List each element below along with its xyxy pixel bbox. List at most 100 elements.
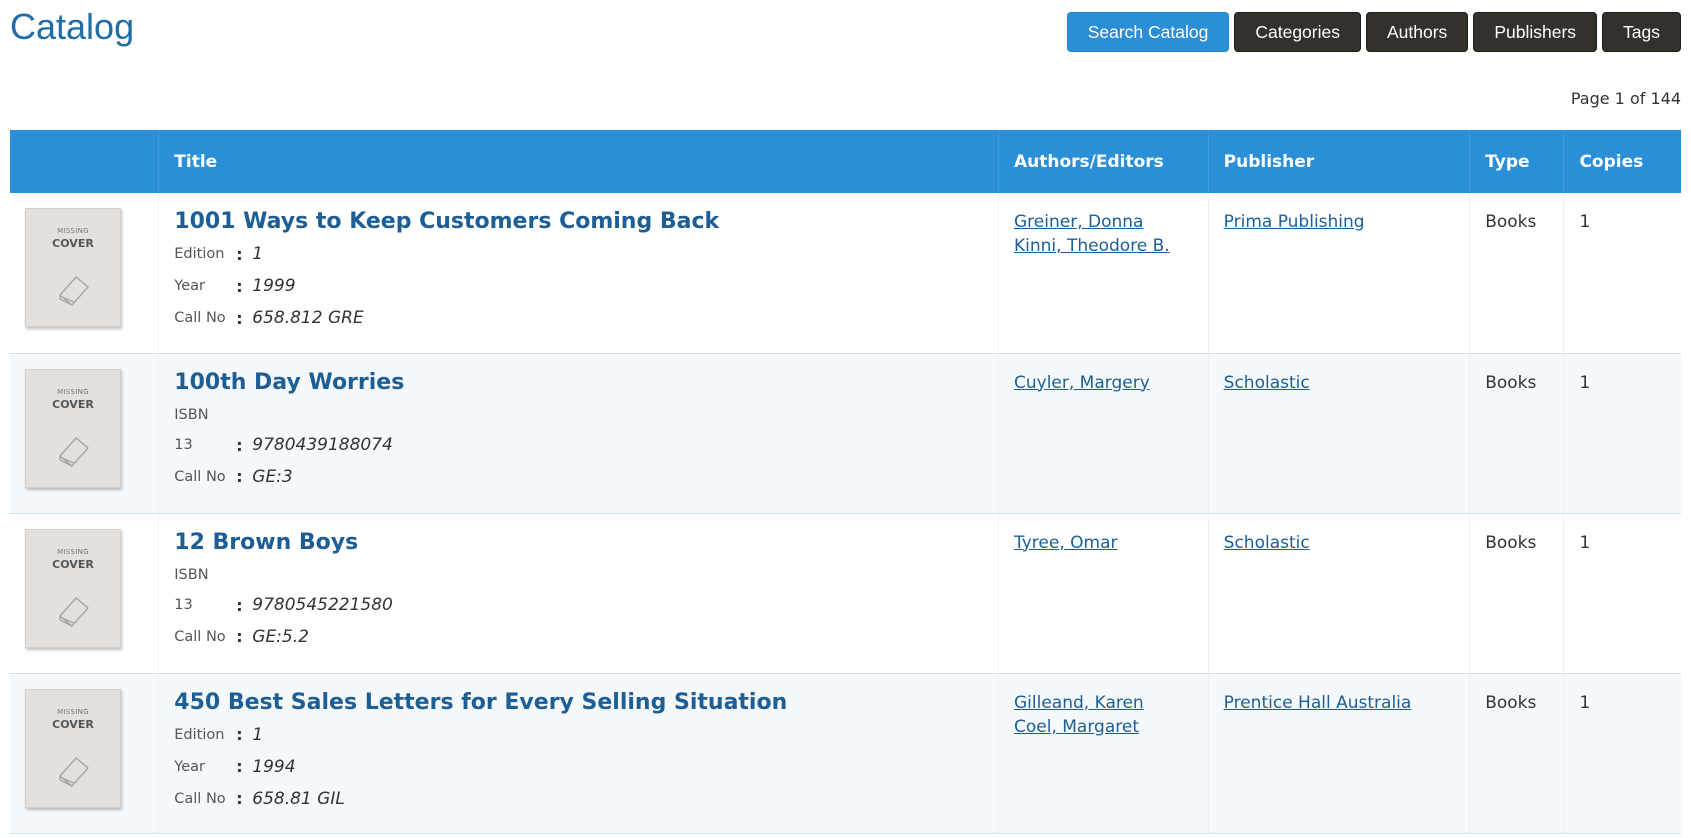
copies-cell: 1 xyxy=(1563,673,1681,834)
title-cell: 12 Brown Boys ISBN 13:9780545221580 Call No… xyxy=(158,513,999,674)
authors-cell: Tyree, Omar xyxy=(998,513,1209,674)
cover-text-cover: COVER xyxy=(52,237,94,250)
field-value: 1994 xyxy=(252,756,296,777)
catalog-table: Title Authors/Editors Publisher Type Copies … xyxy=(10,130,1681,834)
cover-text-cover: COVER xyxy=(52,397,94,411)
field-separator: : xyxy=(236,789,243,808)
field-label: Call No xyxy=(174,628,226,645)
cover-text-missing: MISSING xyxy=(57,227,89,235)
table-row: MISSING COVER 1001 Ways to Keep Customers … xyxy=(10,193,1681,354)
column-header-authors: Authors/Editors xyxy=(998,130,1209,193)
book-details: Edition:1 Year:1994 Call No:658.81 GIL xyxy=(174,719,998,815)
field-label: Call No xyxy=(174,790,226,807)
cover-text-cover: COVER xyxy=(52,717,94,731)
field-label-line: ISBN xyxy=(174,566,209,583)
field-separator: : xyxy=(236,308,243,328)
column-header-publisher: Publisher xyxy=(1208,130,1471,193)
copies-value: 1 xyxy=(1579,212,1591,232)
field-separator: : xyxy=(236,435,243,455)
cover-text-missing: MISSING xyxy=(57,707,89,716)
table-row: MISSING COVER 12 Brown Boys ISBN 13:97805452… xyxy=(10,513,1681,674)
type-value: Books xyxy=(1485,532,1537,553)
field-separator: : xyxy=(236,595,243,615)
copies-cell: 1 xyxy=(1563,193,1681,354)
field-label: Edition xyxy=(174,726,225,743)
publisher-link[interactable]: Scholastic xyxy=(1224,528,1470,558)
publishers-button[interactable]: Publishers xyxy=(1473,12,1598,52)
categories-button[interactable]: Categories xyxy=(1234,12,1361,52)
page-title: Catalog xyxy=(10,6,135,47)
type-cell: Books xyxy=(1469,673,1565,834)
cover-text-missing: MISSING xyxy=(57,547,89,556)
page-indicator: Page 1 of 144 xyxy=(1570,89,1681,108)
field-separator: : xyxy=(236,276,243,296)
missing-cover-image[interactable]: MISSING COVER xyxy=(25,368,121,488)
column-header-copies: Copies xyxy=(1563,130,1681,193)
type-value: Books xyxy=(1485,212,1537,232)
title-cell: 1001 Ways to Keep Customers Coming Back E… xyxy=(158,193,999,354)
book-icon xyxy=(58,596,90,627)
cover-text-cover: COVER xyxy=(52,557,94,571)
cover-cell: MISSING COVER xyxy=(10,513,160,674)
field-separator: : xyxy=(236,627,243,646)
authors-button[interactable]: Authors xyxy=(1366,12,1469,52)
cover-cell: MISSING COVER xyxy=(10,193,160,354)
publisher-link[interactable]: Prima Publishing xyxy=(1224,207,1470,237)
column-header-cover xyxy=(10,130,160,193)
type-cell: Books xyxy=(1469,193,1565,354)
type-value: Books xyxy=(1485,372,1537,393)
field-value: 1 xyxy=(252,244,264,264)
field-label: Year xyxy=(174,278,205,294)
book-title-link[interactable]: 1001 Ways to Keep Customers Coming Back xyxy=(174,209,998,234)
field-label: Year xyxy=(174,758,205,775)
book-icon xyxy=(58,436,90,467)
book-title-link[interactable]: 450 Best Sales Letters for Every Selling… xyxy=(174,690,998,715)
field-separator: : xyxy=(236,244,243,264)
author-link[interactable]: Kinni, Theodore B. xyxy=(1014,231,1208,261)
book-details: ISBN 13:9780439188074 Call No: GE:3 xyxy=(174,399,998,493)
field-value: 1999 xyxy=(252,276,296,296)
field-separator: : xyxy=(236,467,243,486)
field-value: 9780439188074 xyxy=(252,435,393,455)
field-label: Call No xyxy=(174,310,226,326)
field-value: GE:5.2 xyxy=(252,626,309,647)
missing-cover-image[interactable]: MISSING COVER xyxy=(25,688,121,808)
type-cell: Books xyxy=(1469,513,1565,674)
search-catalog-button[interactable]: Search Catalog xyxy=(1066,12,1230,52)
field-label: ISBN 13 xyxy=(174,559,236,621)
table-row: MISSING COVER 450 Best Sales Letters for E… xyxy=(10,673,1681,834)
field-separator: : xyxy=(236,725,243,744)
table-row: MISSING COVER 100th Day Worries ISBN 13:9780… xyxy=(10,353,1681,514)
author-link[interactable]: Tyree, Omar xyxy=(1014,528,1208,558)
field-label: ISBN 13 xyxy=(174,399,236,461)
publisher-cell: Prentice Hall Australia xyxy=(1208,673,1471,834)
cover-cell: MISSING COVER xyxy=(10,673,160,834)
copies-cell: 1 xyxy=(1563,353,1681,514)
authors-cell: Gilleand, Karen Coel, Margaret xyxy=(998,673,1209,834)
column-header-title: Title xyxy=(158,130,999,193)
type-cell: Books xyxy=(1469,353,1565,514)
publisher-link[interactable]: Scholastic xyxy=(1224,368,1470,398)
field-value: 1 xyxy=(252,724,264,745)
missing-cover-image[interactable]: MISSING COVER xyxy=(25,208,121,327)
publisher-link[interactable]: Prentice Hall Australia xyxy=(1224,688,1470,718)
book-icon xyxy=(58,276,90,306)
book-details: ISBN 13:9780545221580 Call No: GE:5.2 xyxy=(174,559,998,653)
authors-cell: Cuyler, Margery xyxy=(998,353,1209,514)
missing-cover-image[interactable]: MISSING COVER xyxy=(25,528,121,648)
author-link[interactable]: Cuyler, Margery xyxy=(1014,368,1208,398)
tags-button[interactable]: Tags xyxy=(1602,12,1681,52)
copies-value: 1 xyxy=(1579,372,1591,393)
field-value: 9780545221580 xyxy=(252,595,393,615)
author-link[interactable]: Coel, Margaret xyxy=(1014,712,1208,742)
book-title-link[interactable]: 100th Day Worries xyxy=(174,370,998,395)
publisher-cell: Scholastic xyxy=(1208,513,1471,674)
type-value: Books xyxy=(1485,692,1537,713)
authors-cell: Greiner, Donna Kinni, Theodore B. xyxy=(998,193,1209,354)
publisher-cell: Prima Publishing xyxy=(1208,193,1471,354)
table-header-row: Title Authors/Editors Publisher Type Copies xyxy=(10,130,1681,193)
column-header-type: Type xyxy=(1469,130,1565,193)
cover-text-missing: MISSING xyxy=(57,387,89,396)
field-label: Edition xyxy=(174,246,225,262)
book-title-link[interactable]: 12 Brown Boys xyxy=(174,530,998,555)
